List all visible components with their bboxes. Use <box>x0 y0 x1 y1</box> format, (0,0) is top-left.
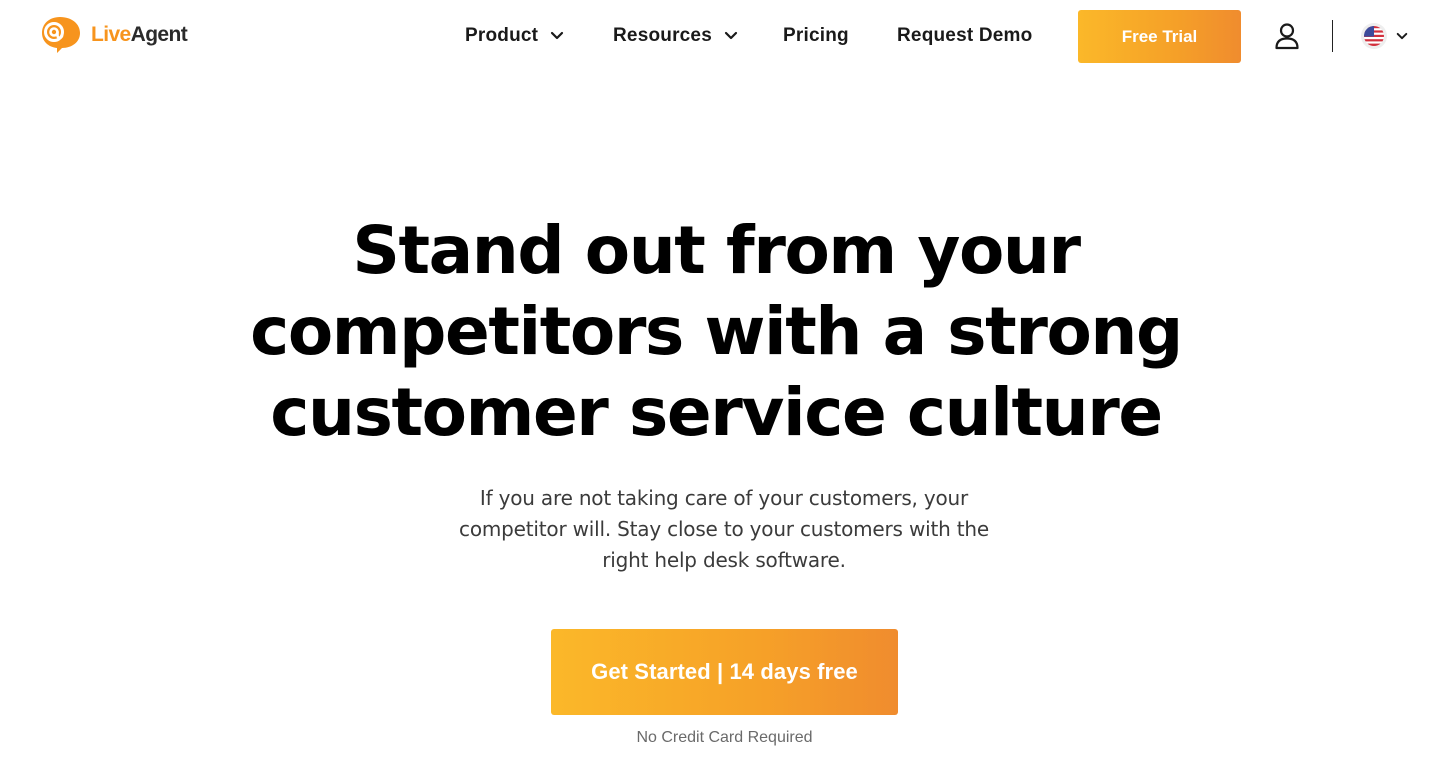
hero-title-line: customer service culture <box>270 374 1163 451</box>
logo-text-live: Live <box>91 22 131 46</box>
logo-wordmark: LiveAgent <box>91 22 188 46</box>
us-flag-icon <box>1361 23 1387 49</box>
hero-subtitle-line: right help desk software. <box>602 548 846 572</box>
nav-item-pricing[interactable]: Pricing <box>783 22 849 50</box>
chevron-down-icon <box>1396 32 1408 39</box>
free-trial-button[interactable]: Free Trial <box>1078 10 1241 63</box>
nav-item-label: Request Demo <box>897 25 1033 46</box>
nav-item-label: Resources <box>613 25 712 46</box>
hero-subtitle: If you are not taking care of your custo… <box>446 483 1002 576</box>
language-selector[interactable] <box>1360 22 1408 50</box>
nav-item-request-demo[interactable]: Request Demo <box>897 22 1032 50</box>
user-icon[interactable] <box>1274 22 1300 50</box>
nav-item-resources[interactable]: Resources <box>613 22 738 50</box>
chevron-down-icon <box>724 31 738 40</box>
get-started-button[interactable]: Get Started | 14 days free <box>551 629 898 715</box>
liveagent-logo[interactable]: LiveAgent <box>40 15 188 53</box>
site-header: LiveAgent Product Resources Pricing Requ… <box>0 0 1432 72</box>
logo-text-agent: Agent <box>130 22 188 46</box>
liveagent-logo-icon <box>42 17 80 53</box>
chevron-down-icon <box>551 31 564 40</box>
hero-title: Stand out from your competitors with a s… <box>166 210 1266 453</box>
hero-subtitle-line: competitor will. Stay close to your cust… <box>459 517 989 541</box>
header-divider <box>1332 20 1333 52</box>
hero-title-line: competitors with a strong <box>250 293 1183 370</box>
hero-subtitle-line: If you are not taking care of your custo… <box>479 486 969 510</box>
nav-item-label: Product <box>465 25 539 46</box>
nav-item-label: Pricing <box>783 25 849 46</box>
nav-item-product[interactable]: Product <box>465 22 564 50</box>
no-credit-card-note: No Credit Card Required <box>636 729 813 746</box>
hero-title-line: Stand out from your <box>352 212 1081 289</box>
